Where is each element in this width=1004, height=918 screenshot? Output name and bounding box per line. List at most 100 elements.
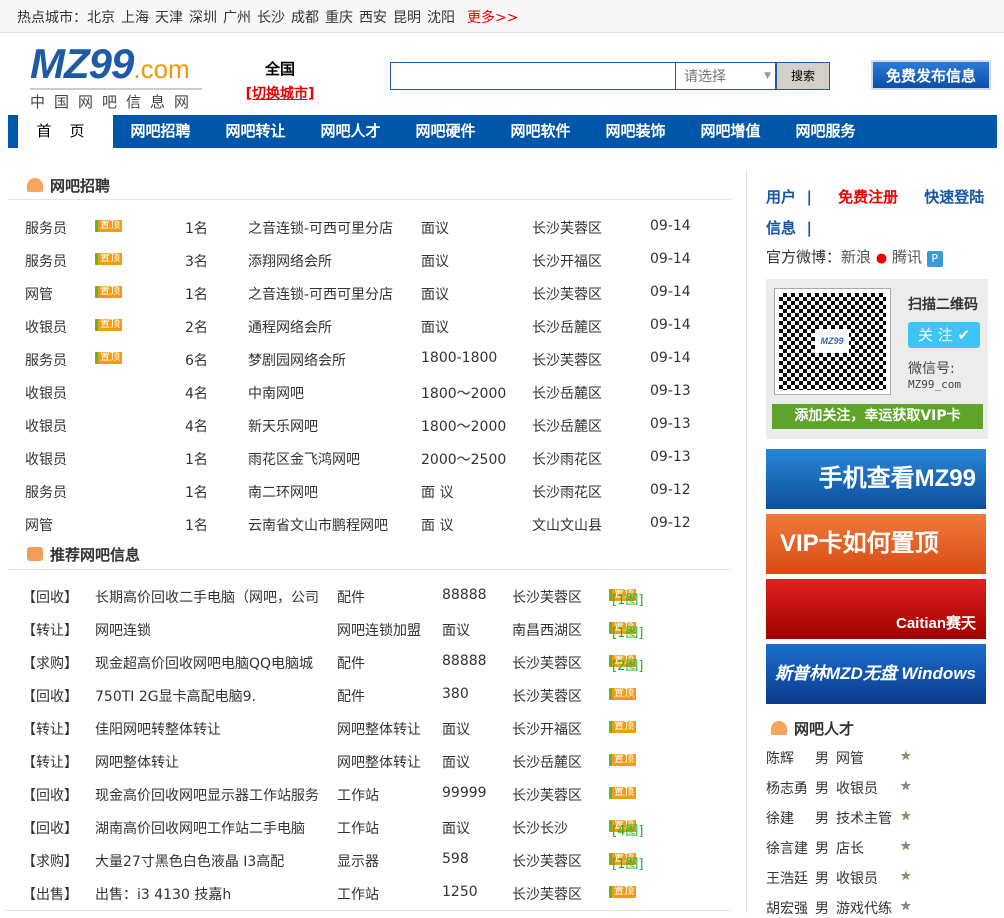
- more-cities-link[interactable]: 更多>>: [467, 10, 518, 26]
- table-row[interactable]: 网管1名之音连锁-可西可里分店面议长沙芙蓉区09-14VIP置顶: [0, 284, 730, 304]
- table-row[interactable]: 服务员 1名 南二环网吧 面 议 长沙雨花区 09-12: [0, 482, 730, 502]
- job-title[interactable]: 收银员: [25, 416, 67, 436]
- title[interactable]: 网吧整体转让: [95, 752, 179, 772]
- city-link[interactable]: 沈阳: [427, 10, 455, 26]
- job-title[interactable]: 服务员: [25, 482, 67, 502]
- image-count-link[interactable]: [1图]: [612, 589, 643, 608]
- nav-item[interactable]: 首页: [18, 115, 113, 148]
- nav-item[interactable]: 网吧转让: [208, 115, 303, 148]
- city-link[interactable]: 重庆: [325, 10, 353, 26]
- table-row[interactable]: 【回收】750TI 2G显卡高配电脑9.配件380长沙芙蓉区VIP置顶: [0, 686, 730, 706]
- table-row[interactable]: 【回收】现金高价回收网吧显示器工作站服务工作站99999长沙芙蓉区VIP置顶: [0, 785, 730, 805]
- title[interactable]: 750TI 2G显卡高配电脑9.: [95, 686, 256, 706]
- sina-link[interactable]: 新浪: [841, 248, 871, 266]
- table-row[interactable]: 【回收】长期高价回收二手电脑（网吧，公司配件88888长沙芙蓉区VIP置顶[1图…: [0, 587, 730, 608]
- nav-item[interactable]: 网吧服务: [778, 115, 873, 148]
- table-row[interactable]: 收银员 4名 新天乐网吧 1800～2000 长沙岳麓区 09-13: [0, 416, 730, 436]
- city-link[interactable]: 北京: [87, 10, 115, 26]
- follow-button[interactable]: 关 注 ✔: [908, 322, 980, 348]
- nav-item[interactable]: 网吧硬件: [398, 115, 493, 148]
- category-select[interactable]: 请选择 ▼: [675, 62, 776, 90]
- name[interactable]: 陈辉: [766, 748, 794, 768]
- table-row[interactable]: 服务员1名之音连锁-可西可里分店面议长沙芙蓉区09-14VIP置顶: [0, 218, 730, 238]
- city-link[interactable]: 深圳: [189, 10, 217, 26]
- table-row[interactable]: 【求购】大量27寸黑色白色液晶 I3高配显示器598长沙芙蓉区VIP置顶[1图]: [0, 851, 730, 872]
- company[interactable]: 梦剧园网络会所: [248, 350, 346, 370]
- table-row[interactable]: 【回收】湖南高价回收网吧工作站二手电脑工作站面议长沙长沙VIP置顶[4图]: [0, 818, 730, 839]
- company[interactable]: 南二环网吧: [248, 482, 318, 502]
- job-title[interactable]: 服务员: [25, 251, 67, 271]
- register-link[interactable]: 免费注册: [838, 188, 898, 206]
- title[interactable]: 出售：i3 4130 技嘉h: [95, 884, 231, 904]
- name[interactable]: 王浩廷: [766, 868, 808, 888]
- city-link[interactable]: 上海: [121, 10, 149, 26]
- city-link[interactable]: 昆明: [393, 10, 421, 26]
- nav-item[interactable]: 网吧装饰: [588, 115, 683, 148]
- title[interactable]: 大量27寸黑色白色液晶 I3高配: [95, 851, 284, 871]
- site-logo[interactable]: MZ99.com 中国网吧信息网: [30, 42, 202, 111]
- company[interactable]: 云南省文山市鹏程网吧: [248, 515, 388, 535]
- job-title[interactable]: 服务员: [25, 218, 67, 238]
- name[interactable]: 徐建: [766, 808, 794, 828]
- image-count-link[interactable]: [1图]: [612, 853, 643, 872]
- vip-card-banner[interactable]: 添加关注，幸运获取VIP卡: [772, 404, 983, 429]
- ad-windows[interactable]: 斯普林MZD无盘 Windows 7: [766, 644, 986, 743]
- job-title[interactable]: 收银员: [25, 449, 67, 469]
- ad-caitian[interactable]: Caitian赛天: [766, 579, 986, 639]
- nav-item[interactable]: 网吧增值: [683, 115, 778, 148]
- company[interactable]: 新天乐网吧: [248, 416, 318, 436]
- table-row[interactable]: 【转让】佳阳网吧转整体转让网吧整体转让面议长沙开福区VIP置顶: [0, 719, 730, 739]
- job-title[interactable]: 收银员: [25, 317, 67, 337]
- company[interactable]: 之音连锁-可西可里分店: [248, 218, 393, 238]
- table-row[interactable]: 网管 1名 云南省文山市鹏程网吧 面 议 文山文山县 09-12: [0, 515, 730, 535]
- title[interactable]: 现金高价回收网吧显示器工作站服务: [95, 785, 319, 805]
- ad-mobile[interactable]: 手机查看MZ99: [766, 449, 986, 509]
- job-title[interactable]: 网管: [25, 284, 53, 304]
- nav-item[interactable]: 网吧人才: [303, 115, 398, 148]
- image-count-link[interactable]: [4图]: [612, 820, 643, 839]
- ad-vip-card[interactable]: VIP卡如何置顶: [766, 514, 986, 574]
- sina-weibo-icon[interactable]: ●: [876, 251, 887, 266]
- title[interactable]: 现金超高价回收网吧电脑QQ电脑城: [95, 653, 313, 673]
- table-row[interactable]: 收银员2名通程网络会所面议长沙岳麓区09-14VIP置顶: [0, 317, 730, 337]
- table-row[interactable]: 【转让】网吧整体转让网吧整体转让面议长沙岳麓区VIP置顶: [0, 752, 730, 772]
- table-row[interactable]: 收银员 4名 中南网吧 1800～2000 长沙岳麓区 09-13: [0, 383, 730, 403]
- city-link[interactable]: 长沙: [257, 10, 285, 26]
- tencent-link[interactable]: 腾讯: [892, 248, 922, 266]
- company[interactable]: 雨花区金飞鸿网吧: [248, 449, 360, 469]
- table-row[interactable]: 服务员6名梦剧园网络会所1800-1800长沙芙蓉区09-14VIP置顶: [0, 350, 730, 370]
- publish-button[interactable]: 免费发布信息: [871, 60, 991, 90]
- title[interactable]: 长期高价回收二手电脑（网吧，公司: [95, 587, 319, 607]
- job-title[interactable]: 服务员: [25, 350, 67, 370]
- table-row[interactable]: 服务员3名添翔网络会所面议长沙开福区09-14VIP置顶: [0, 251, 730, 271]
- search-button[interactable]: 搜索: [776, 62, 830, 90]
- job-title[interactable]: 收银员: [25, 383, 67, 403]
- table-row[interactable]: 【出售】出售：i3 4130 技嘉h工作站1250长沙芙蓉区VIP置顶: [0, 884, 730, 904]
- title[interactable]: 佳阳网吧转整体转让: [95, 719, 221, 739]
- city-link[interactable]: 广州: [223, 10, 251, 26]
- city-link[interactable]: 天津: [155, 10, 183, 26]
- search-input[interactable]: [390, 62, 676, 90]
- city-link[interactable]: 成都: [291, 10, 319, 26]
- company[interactable]: 中南网吧: [248, 383, 304, 403]
- name[interactable]: 胡宏强: [766, 898, 808, 918]
- city-link[interactable]: 西安: [359, 10, 387, 26]
- image-count-link[interactable]: [1图]: [612, 622, 643, 641]
- nav-item[interactable]: 网吧软件: [493, 115, 588, 148]
- name[interactable]: 杨志勇: [766, 778, 808, 798]
- company[interactable]: 通程网络会所: [248, 317, 332, 337]
- company[interactable]: 添翔网络会所: [248, 251, 332, 271]
- switch-city-link[interactable]: [切换城市]: [240, 83, 320, 103]
- image-count-link[interactable]: [2图]: [612, 655, 643, 674]
- nav-item[interactable]: 网吧招聘: [113, 115, 208, 148]
- table-row[interactable]: 收银员 1名 雨花区金飞鸿网吧 2000～2500 长沙雨花区 09-13: [0, 449, 730, 469]
- tencent-weibo-icon[interactable]: P: [926, 251, 943, 267]
- title[interactable]: 湖南高价回收网吧工作站二手电脑: [95, 818, 305, 838]
- table-row[interactable]: 【转让】网吧连锁网吧连锁加盟面议南昌西湖区VIP置顶[1图]: [0, 620, 730, 641]
- title[interactable]: 网吧连锁: [95, 620, 151, 640]
- job-title[interactable]: 网管: [25, 515, 53, 535]
- company[interactable]: 之音连锁-可西可里分店: [248, 284, 393, 304]
- login-link[interactable]: 快速登陆: [924, 188, 984, 206]
- table-row[interactable]: 【求购】现金超高价回收网吧电脑QQ电脑城配件88888长沙芙蓉区VIP置顶[2图…: [0, 653, 730, 674]
- name[interactable]: 徐言建: [766, 838, 808, 858]
